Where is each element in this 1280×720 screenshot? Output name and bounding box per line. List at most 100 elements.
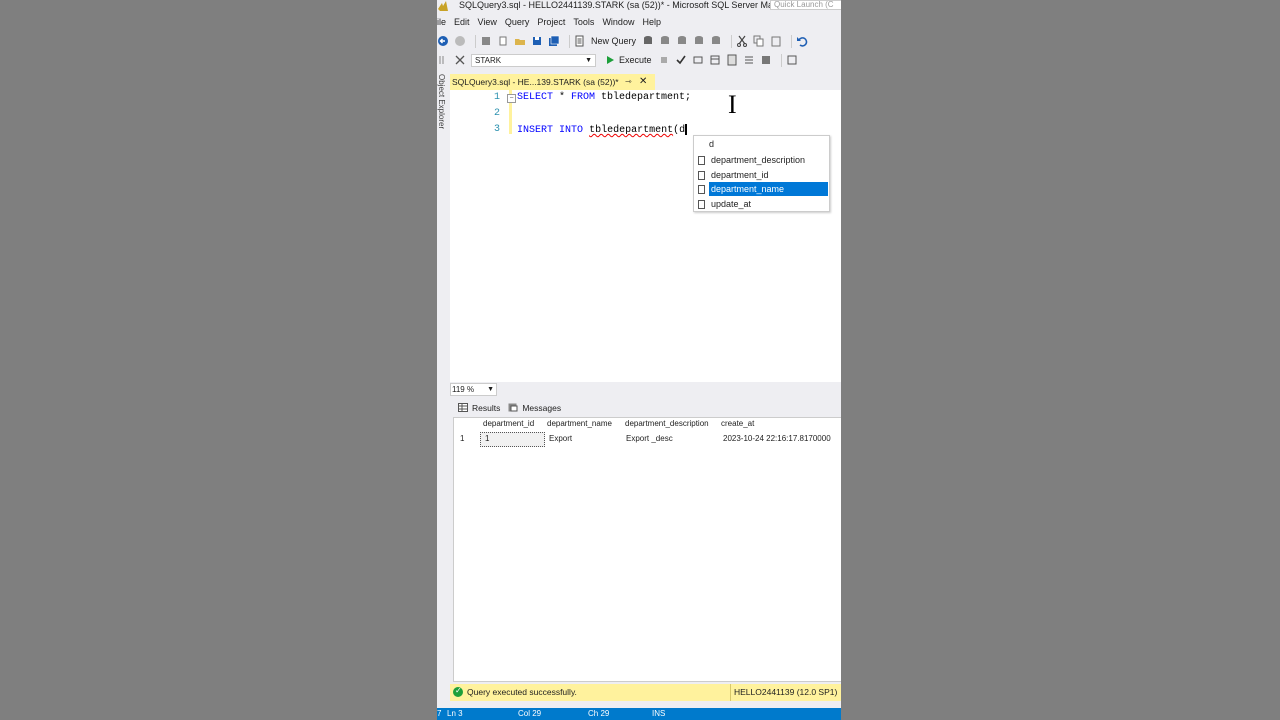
object-explorer-strip[interactable]: Object Explorer: [437, 70, 448, 710]
execute-button[interactable]: Execute: [619, 55, 652, 65]
results-grid[interactable]: department_id department_name department…: [453, 417, 841, 682]
ide-status-bar: 7 Ln 3 Col 29 Ch 29 INS: [437, 708, 841, 720]
save-all-icon[interactable]: [548, 35, 560, 47]
query-status-bar: ✓ Query executed successfully. HELLO2441…: [450, 684, 841, 701]
query-options-icon[interactable]: [709, 54, 721, 66]
char-indicator: Ch 29: [588, 709, 610, 718]
quick-launch-input[interactable]: Quick Launch (C: [770, 0, 841, 10]
menu-file[interactable]: ile: [437, 15, 454, 30]
menu-project[interactable]: Project: [537, 15, 573, 30]
menu-help[interactable]: Help: [642, 15, 669, 30]
database-select[interactable]: STARK ▼: [471, 53, 596, 67]
save-icon[interactable]: [531, 35, 543, 47]
table-cell[interactable]: Export _desc: [626, 434, 673, 443]
text-caret: [685, 124, 688, 135]
toolbar-separator: [569, 34, 570, 48]
completion-item[interactable]: update_at: [695, 197, 828, 211]
server-info: HELLO2441139 (12.0 SP1): [730, 684, 841, 701]
menu-edit[interactable]: Edit: [454, 15, 478, 30]
completion-typed-text: d: [709, 139, 715, 149]
tab-results[interactable]: Results: [458, 403, 500, 413]
title-bar: SQLQuery3.sql - HELLO2441139.STARK (sa (…: [437, 0, 841, 14]
table-cell[interactable]: 1: [485, 434, 489, 443]
column-header[interactable]: department_name: [547, 419, 612, 428]
completion-item-selected[interactable]: department_name: [695, 182, 828, 196]
menu-window[interactable]: Window: [602, 15, 642, 30]
tab-messages[interactable]: Messages: [508, 403, 561, 413]
column-header[interactable]: create_at: [721, 419, 754, 428]
estimated-plan-icon[interactable]: [692, 54, 704, 66]
menu-query[interactable]: Query: [505, 15, 538, 30]
mdx-query-icon[interactable]: [676, 35, 688, 47]
back-icon[interactable]: [437, 35, 449, 47]
close-icon[interactable]: ✕: [639, 74, 647, 90]
undo-icon[interactable]: [796, 35, 808, 47]
tab-sqlquery3[interactable]: SQLQuery3.sql - HE...139.STARK (sa (52))…: [450, 74, 655, 90]
toolbar-separator: [475, 34, 476, 48]
ssms-logo-icon: [438, 1, 448, 11]
pin-icon[interactable]: ⇾: [625, 74, 632, 90]
toolbar-separator: [731, 34, 733, 48]
collapse-toggle-icon[interactable]: −: [507, 94, 516, 103]
connect-icon[interactable]: [437, 54, 449, 66]
code-line-1[interactable]: SELECT * FROM tbledepartment;: [517, 92, 691, 103]
menu-tools[interactable]: Tools: [573, 15, 602, 30]
messages-icon: [508, 403, 518, 412]
database-query-icon[interactable]: [642, 35, 654, 47]
parse-checkmark-icon[interactable]: [675, 54, 687, 66]
selected-cell[interactable]: [480, 432, 545, 447]
column-icon: [698, 200, 705, 209]
toolbar-separator: [791, 34, 793, 48]
execute-icon[interactable]: [604, 54, 616, 66]
results-to-file-icon[interactable]: [760, 54, 772, 66]
new-project-icon[interactable]: [480, 35, 492, 47]
column-icon: [698, 185, 705, 194]
zoom-bar: 119 % ▼: [450, 383, 841, 396]
table-cell[interactable]: 2023-10-24 22:16:17.8170000: [723, 434, 831, 443]
change-connection-icon[interactable]: [454, 54, 466, 66]
column-header[interactable]: department_description: [625, 419, 709, 428]
new-query-button[interactable]: New Query: [591, 36, 636, 46]
query-editor[interactable]: 1 2 3 − SELECT * FROM tbledepartment; IN…: [450, 90, 841, 382]
standard-toolbar: New Query: [437, 32, 841, 50]
ssms-window: SQLQuery3.sql - HELLO2441139.STARK (sa (…: [437, 0, 841, 720]
open-folder-icon[interactable]: [514, 35, 526, 47]
table-cell[interactable]: Export: [549, 434, 572, 443]
results-to-text-icon[interactable]: [743, 54, 755, 66]
paste-icon[interactable]: [770, 35, 782, 47]
status-message: Query executed successfully.: [467, 687, 577, 697]
dmx-query-icon[interactable]: [693, 35, 705, 47]
sql-editor-toolbar: STARK ▼ Execute: [437, 51, 841, 69]
line-indicator: Ln 3: [447, 709, 463, 718]
status-left: 7: [437, 709, 442, 718]
column-header[interactable]: department_id: [483, 419, 534, 428]
new-file-icon[interactable]: [497, 35, 509, 47]
line-number: 3: [493, 124, 500, 135]
copy-icon[interactable]: [753, 35, 765, 47]
database-select-value: STARK: [475, 55, 502, 65]
object-explorer-label[interactable]: Object Explorer: [437, 74, 446, 129]
insert-mode-indicator: INS: [652, 709, 666, 718]
forward-icon[interactable]: [454, 35, 466, 47]
menu-view[interactable]: View: [478, 15, 505, 30]
grid-icon: [458, 403, 468, 412]
cut-icon[interactable]: [736, 35, 748, 47]
completion-item[interactable]: department_id: [695, 168, 828, 182]
new-query-icon[interactable]: [574, 35, 586, 47]
menu-bar: ile Edit View Query Project Tools Window…: [437, 15, 841, 30]
analysis-query-icon[interactable]: [659, 35, 671, 47]
zoom-select[interactable]: 119 % ▼: [450, 383, 497, 396]
completion-item[interactable]: department_description: [695, 153, 828, 167]
tab-label: SQLQuery3.sql - HE...139.STARK (sa (52))…: [452, 77, 619, 87]
comment-icon[interactable]: [786, 54, 798, 66]
code-line-3[interactable]: INSERT INTO tbledepartment(d: [517, 124, 688, 136]
stop-icon[interactable]: [658, 54, 670, 66]
chevron-down-icon: ▼: [487, 386, 494, 393]
row-number[interactable]: 1: [460, 434, 464, 443]
xmla-query-icon[interactable]: [710, 35, 722, 47]
line-number: 2: [493, 108, 500, 119]
column-icon: [698, 156, 705, 165]
intellisense-list[interactable]: d department_description department_id d…: [693, 135, 830, 212]
toolbar-separator: [780, 53, 782, 67]
results-to-grid-icon[interactable]: [726, 54, 738, 66]
